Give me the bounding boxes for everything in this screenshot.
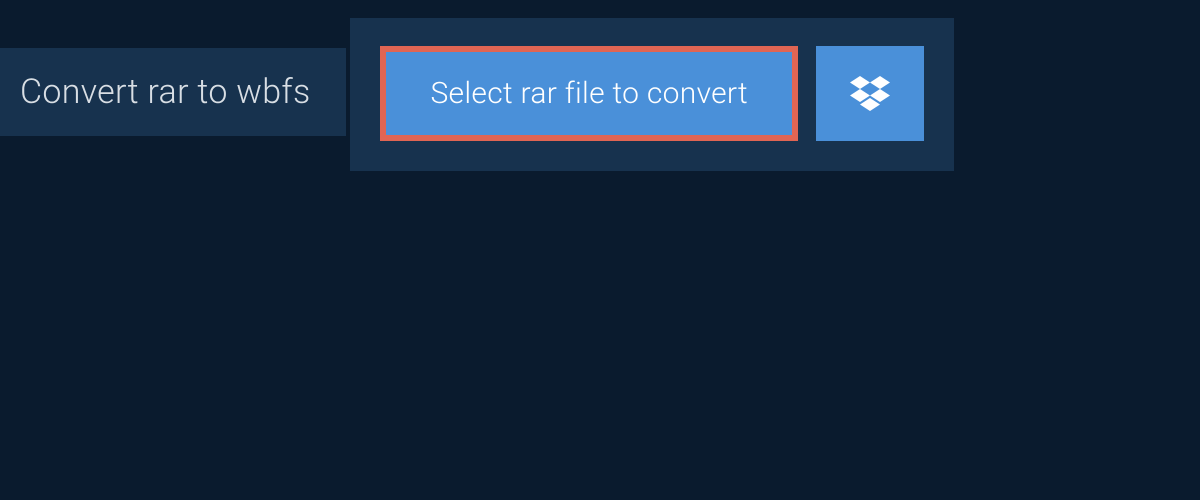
action-bar: Select rar file to convert [350,18,954,171]
page-title: Convert rar to wbfs [20,72,310,112]
select-file-button[interactable]: Select rar file to convert [380,46,798,141]
dropbox-icon [850,76,890,112]
header-tab: Convert rar to wbfs [0,48,346,136]
select-file-label: Select rar file to convert [430,76,748,111]
action-wrap: Select rar file to convert [350,18,954,171]
dropbox-button[interactable] [816,46,924,141]
